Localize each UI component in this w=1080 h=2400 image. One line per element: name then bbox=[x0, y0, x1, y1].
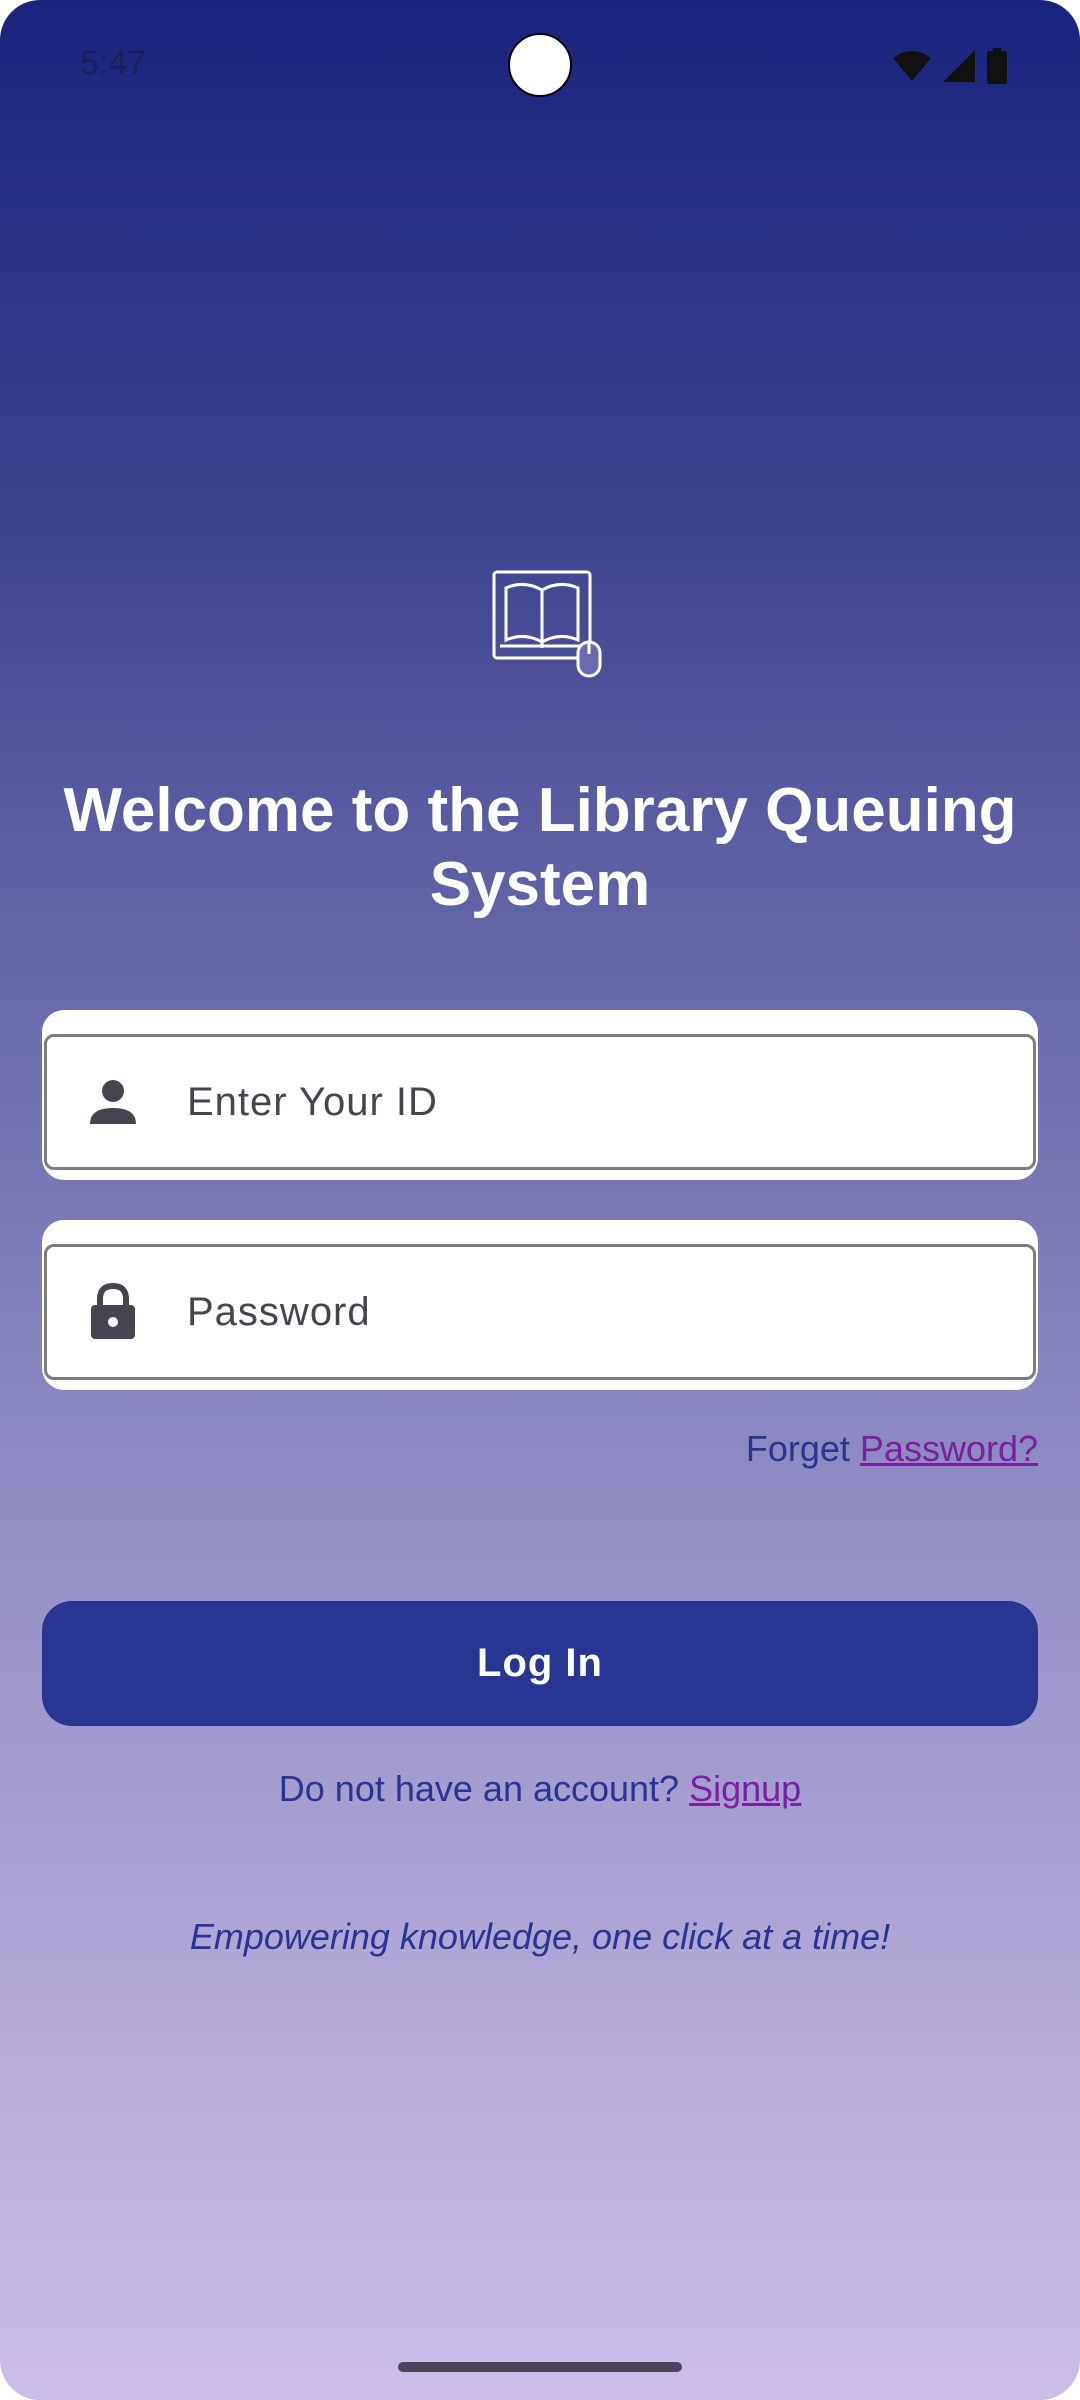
login-button[interactable]: Log In bbox=[42, 1601, 1038, 1726]
welcome-title: Welcome to the Library Queuing System bbox=[63, 776, 1017, 919]
forget-password-link[interactable]: Password? bbox=[860, 1428, 1038, 1469]
forget-prefix: Forget bbox=[745, 1428, 850, 1469]
id-input[interactable] bbox=[185, 1078, 945, 1126]
signup-link[interactable]: Signup bbox=[689, 1768, 801, 1809]
battery-icon bbox=[987, 48, 1007, 84]
status-icons bbox=[892, 48, 1008, 84]
id-field-container bbox=[42, 1010, 1038, 1180]
lock-icon bbox=[83, 1282, 143, 1342]
password-field-container bbox=[42, 1220, 1038, 1390]
password-field-box[interactable] bbox=[44, 1244, 1036, 1380]
book-computer-mouse-icon bbox=[492, 570, 602, 678]
tagline: Empowering knowledge, one click at a tim… bbox=[189, 1916, 891, 1957]
cell-signal-icon bbox=[943, 50, 975, 82]
person-icon bbox=[83, 1072, 143, 1132]
password-input[interactable] bbox=[185, 1288, 945, 1336]
status-time: 5:47 bbox=[80, 44, 147, 82]
signup-row: Do not have an account? Signup bbox=[0, 1768, 1080, 1810]
id-field-box[interactable] bbox=[44, 1034, 1036, 1170]
login-screen: 5:47 Welcome to the Library Queuing Syst… bbox=[0, 0, 1080, 2400]
status-bar: 5:47 bbox=[0, 0, 1080, 130]
camera-cutout bbox=[508, 33, 572, 97]
home-indicator[interactable] bbox=[398, 2362, 682, 2372]
forget-password-row: Forget Password? bbox=[746, 1428, 1038, 1470]
signup-prompt: Do not have an account? bbox=[278, 1768, 680, 1809]
wifi-icon bbox=[893, 51, 931, 81]
